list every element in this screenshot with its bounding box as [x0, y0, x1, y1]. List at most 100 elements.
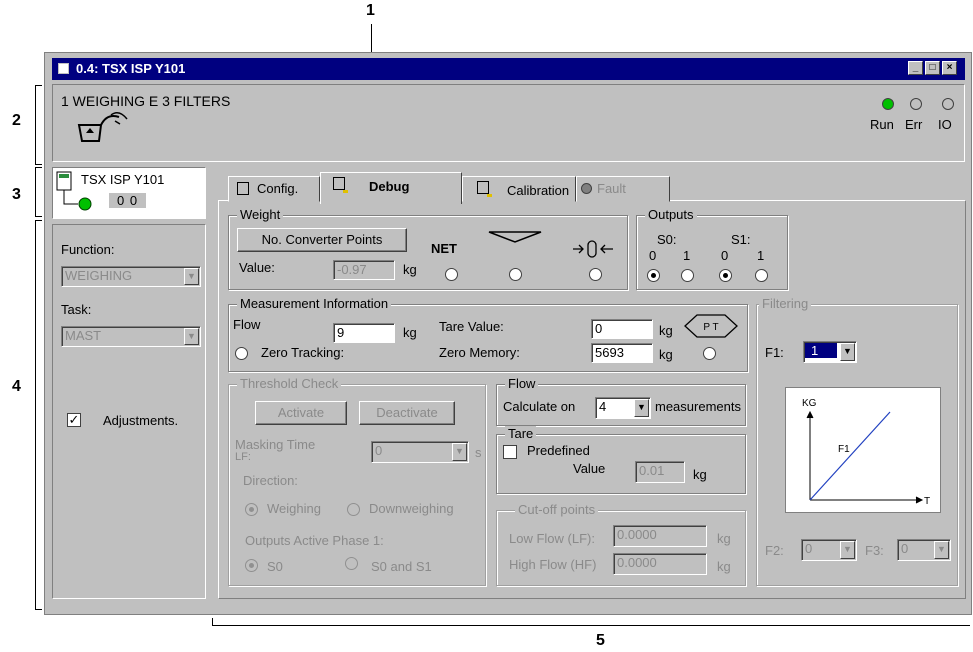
tab-config-label: Config.	[257, 181, 299, 196]
chevron-down-icon: ▼	[452, 443, 467, 461]
title-bar[interactable]: 0.4: TSX ISP Y101 _ □ ×	[52, 58, 965, 80]
run-led	[882, 98, 894, 110]
debug-icon	[333, 177, 345, 190]
threshold-group: Threshold Check Activate Deactivate Mask…	[228, 376, 486, 586]
tab-calibration[interactable]: Calibration	[462, 176, 576, 202]
high-flow-unit: kg	[717, 559, 731, 574]
weighing-label: Weighing	[267, 501, 321, 516]
f1-value: 1	[805, 343, 837, 358]
filtering-group: Filtering F1: 1 ▼ KG T F1 F2: 0 ▼ F3: 0 …	[756, 296, 958, 586]
f3-label: F3:	[865, 543, 884, 558]
s0-zero-radio[interactable]	[647, 269, 660, 282]
center-zero-radio[interactable]	[589, 268, 602, 281]
tare-value-field[interactable]: 0	[591, 319, 653, 339]
flow-group-legend: Flow	[505, 376, 539, 391]
net-radio[interactable]	[445, 268, 458, 281]
s0-one-radio[interactable]	[681, 269, 694, 282]
measurement-legend: Measurement Information	[237, 296, 392, 311]
downweighing-radio[interactable]	[347, 503, 360, 516]
tab-fault[interactable]: Fault	[576, 176, 670, 202]
filter-graph-svg: KG T F1	[802, 398, 930, 507]
minimize-button[interactable]: _	[908, 61, 923, 75]
zero-memory-field[interactable]: 5693	[591, 343, 653, 363]
f2-select[interactable]: 0 ▼	[801, 539, 857, 561]
s1-zero-radio[interactable]	[719, 269, 732, 282]
tare-group: Tare Predefined Value 0.01 kg	[496, 426, 746, 494]
err-label: Err	[905, 117, 923, 132]
tab-fault-label: Fault	[597, 181, 626, 196]
callout-1: 1	[366, 2, 375, 19]
window-icon	[58, 63, 69, 74]
high-flow-field[interactable]: 0.0000	[613, 553, 707, 575]
zero-weight-icon	[488, 231, 542, 243]
left-panel: Function: WEIGHING ▼ Task: MAST ▼ ✓ Adju…	[52, 224, 206, 599]
flow-group: Flow Calculate on 4 ▼ measurements	[496, 376, 746, 426]
weight-legend: Weight	[237, 207, 284, 222]
bracket-5-tick	[212, 618, 213, 626]
phase-s0-radio[interactable]	[245, 559, 258, 572]
tare-predef-value-field[interactable]: 0.01	[635, 461, 685, 483]
tab-debug[interactable]: Debug	[320, 172, 462, 204]
chevron-down-icon: ▼	[184, 328, 199, 345]
module-address-box[interactable]: TSX ISP Y101 0 0	[52, 167, 206, 219]
flow-unit: kg	[403, 325, 417, 340]
window-title: 0.4: TSX ISP Y101	[76, 61, 186, 76]
f2-value: 0	[805, 541, 813, 556]
close-button[interactable]: ×	[942, 61, 957, 75]
masking-time-label: Masking Time	[235, 437, 316, 452]
module-title: 1 WEIGHING E 3 FILTERS	[61, 93, 231, 109]
converter-points-button[interactable]: No. Converter Points	[237, 228, 407, 252]
threshold-legend: Threshold Check	[237, 376, 342, 391]
f1-label: F1:	[765, 345, 784, 360]
calibration-icon	[477, 181, 489, 194]
flow-value-field[interactable]: 9	[333, 323, 395, 343]
weighing-radio[interactable]	[245, 503, 258, 516]
zero-weight-radio[interactable]	[509, 268, 522, 281]
tab-debug-label: Debug	[369, 179, 410, 194]
zero-tracking-radio[interactable]	[235, 347, 248, 360]
cutoff-legend: Cut-off points	[515, 502, 599, 517]
high-flow-label: High Flow (HF)	[509, 557, 597, 572]
f2-label: F2:	[765, 543, 784, 558]
low-flow-unit: kg	[717, 531, 731, 546]
bracket-5	[212, 625, 970, 626]
flow-label: Flow	[233, 317, 261, 332]
predefined-checkbox[interactable]	[503, 445, 517, 459]
low-flow-field[interactable]: 0.0000	[613, 525, 707, 547]
deactivate-button[interactable]: Deactivate	[359, 401, 455, 425]
calculate-on-select[interactable]: 4 ▼	[595, 397, 651, 419]
activate-button[interactable]: Activate	[255, 401, 347, 425]
f3-select[interactable]: 0 ▼	[897, 539, 951, 561]
predefined-label: Predefined	[527, 443, 590, 458]
graph-x-label: T	[924, 496, 930, 507]
callout-4: 4	[12, 378, 21, 395]
outputs-phase-label: Outputs Active Phase 1:	[245, 533, 384, 548]
phase-s0s1-radio[interactable]	[345, 557, 358, 570]
masking-time-select[interactable]: 0 ▼	[371, 441, 469, 463]
bracket-2	[35, 85, 42, 165]
tab-config[interactable]: Config.	[228, 176, 320, 202]
io-led	[942, 98, 954, 110]
f3-value: 0	[901, 541, 909, 556]
module-header: 1 WEIGHING E 3 FILTERS Run Err IO	[52, 84, 965, 162]
s0-label: S0:	[657, 232, 677, 247]
task-select[interactable]: MAST ▼	[61, 326, 201, 347]
task-label: Task:	[61, 302, 92, 317]
zero-tracking-label: Zero Tracking:	[261, 345, 345, 360]
s1-one-radio[interactable]	[755, 269, 768, 282]
maximize-button[interactable]: □	[925, 61, 940, 75]
f1-select[interactable]: 1 ▼	[803, 341, 857, 363]
phase-s0s1-label: S0 and S1	[371, 559, 432, 574]
tare-radio[interactable]	[703, 347, 716, 360]
graph-line-label: F1	[838, 444, 850, 455]
adjustments-checkbox[interactable]: ✓	[67, 413, 81, 427]
config-icon	[237, 182, 249, 195]
tab-calibration-label: Calibration	[507, 183, 570, 198]
function-select[interactable]: WEIGHING ▼	[61, 266, 201, 287]
measurement-group: Measurement Information Flow 9 kg Tare V…	[228, 296, 748, 372]
s1-one-label: 1	[757, 248, 765, 263]
weight-value-field[interactable]: -0.97	[333, 260, 395, 280]
s1-zero-label: 0	[721, 248, 729, 263]
graph-y-label: KG	[802, 398, 817, 409]
net-label: NET	[431, 241, 457, 256]
